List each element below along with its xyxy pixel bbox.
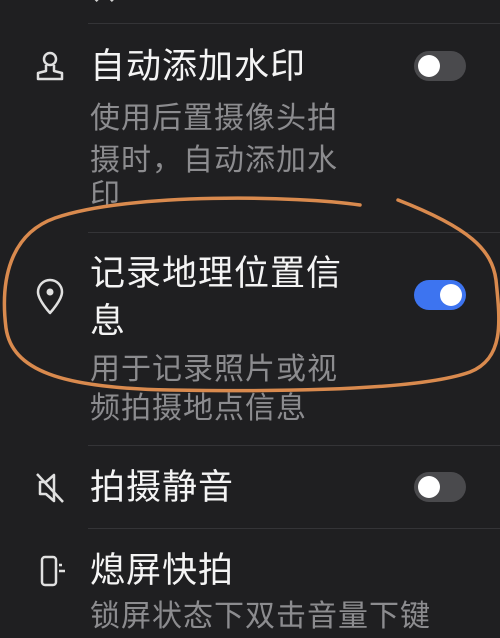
previous-item-text-remnant: × — [90, 0, 130, 9]
screen-off-snapshot-icon — [40, 555, 65, 587]
setting-title: 熄屏快拍 — [90, 551, 235, 591]
divider — [88, 528, 500, 529]
location-pin-icon — [36, 278, 64, 315]
stamp-icon — [36, 51, 64, 81]
setting-description-line: 使用后置摄像头拍 — [90, 101, 338, 136]
mute-icon — [36, 473, 64, 503]
toggle-knob — [440, 284, 462, 306]
setting-description-line: 用于记录照片或视 — [90, 352, 338, 387]
divider — [88, 232, 500, 233]
setting-title: 自动添加水印 — [90, 47, 307, 87]
mute-toggle[interactable] — [414, 472, 466, 502]
setting-description-line: 锁屏状态下双击音量下键 — [90, 599, 431, 634]
toggle-knob — [418, 55, 440, 77]
location-toggle[interactable] — [414, 280, 466, 310]
toggle-knob — [418, 476, 440, 498]
setting-description-line: 印 — [90, 178, 121, 213]
divider — [88, 445, 500, 446]
watermark-toggle[interactable] — [414, 51, 466, 81]
setting-title: 息 — [90, 302, 127, 342]
setting-title: 记录地理位置信 — [90, 254, 343, 294]
setting-title: 拍摄静音 — [90, 468, 235, 508]
divider — [88, 23, 500, 24]
setting-description-line: 频拍摄地点信息 — [90, 391, 307, 426]
